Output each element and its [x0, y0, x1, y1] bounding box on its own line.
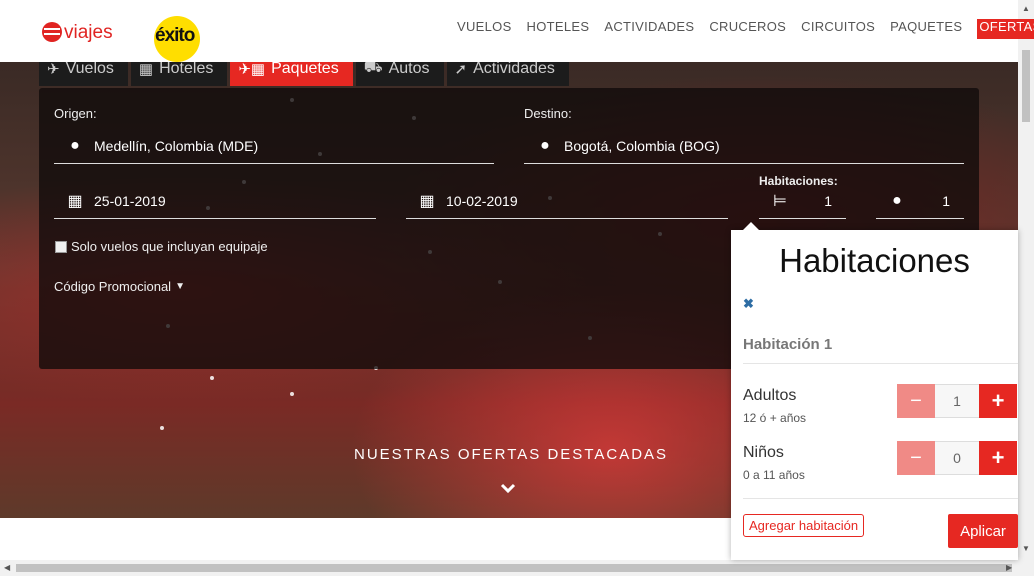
- nav-paquetes[interactable]: PAQUETES: [890, 19, 962, 39]
- sparkle: [210, 376, 214, 380]
- logo-text: viajes: [64, 22, 113, 43]
- people-field[interactable]: ● 1: [876, 183, 964, 219]
- location-pin-icon: ●: [70, 136, 80, 154]
- nav-cruceros[interactable]: CRUCEROS: [709, 19, 786, 39]
- children-sub: 0 a 11 años: [743, 468, 805, 482]
- scroll-left-icon[interactable]: ◀: [4, 563, 10, 572]
- chevron-down-icon[interactable]: [500, 482, 516, 494]
- origin-label: Origen:: [54, 106, 97, 121]
- scroll-thumb[interactable]: [16, 564, 1012, 572]
- logo[interactable]: viajes éxito: [42, 10, 200, 62]
- divider: [743, 363, 1018, 364]
- package-icon: ✈▦: [238, 61, 266, 78]
- destination-field[interactable]: ● Bogotá, Colombia (BOG): [524, 128, 964, 164]
- baggage-label: Solo vuelos que incluyan equipaje: [71, 239, 268, 254]
- adults-sub: 12 ó + años: [743, 411, 807, 425]
- children-label: Niños: [743, 444, 784, 461]
- tab-label: Hoteles: [159, 60, 214, 77]
- children-plus-button[interactable]: +: [979, 441, 1017, 475]
- apply-button[interactable]: Aplicar: [948, 514, 1018, 548]
- divider: [743, 498, 1018, 499]
- logo-brand: éxito: [155, 25, 195, 46]
- children-stepper: − 0 +: [897, 441, 1018, 475]
- close-icon[interactable]: ✖: [743, 296, 754, 312]
- promo-label: Código Promocional: [54, 279, 172, 294]
- logo-mark-icon: [42, 22, 62, 42]
- destination-value: Bogotá, Colombia (BOG): [564, 137, 720, 154]
- promo-code-toggle[interactable]: Código Promocional ▼: [54, 279, 185, 294]
- hotel-icon: ▦: [138, 61, 154, 78]
- rooms-popup: Habitaciones ✖ Habitación 1 Adultos 12 ó…: [731, 222, 1018, 560]
- nav-circuitos[interactable]: CIRCUITOS: [801, 19, 875, 39]
- add-room-button[interactable]: Agregar habitación: [743, 514, 865, 537]
- sparkle: [290, 392, 294, 396]
- people-value: 1: [942, 192, 950, 209]
- adults-minus-button[interactable]: −: [897, 384, 935, 418]
- tab-label: Vuelos: [65, 60, 114, 77]
- adults-plus-button[interactable]: +: [979, 384, 1017, 418]
- calendar-icon: ▦: [419, 192, 435, 210]
- adults-label: Adultos: [743, 387, 797, 404]
- tab-label: Actividades: [473, 60, 555, 77]
- children-minus-button[interactable]: −: [897, 441, 935, 475]
- adults-stepper: − 1 +: [897, 384, 1018, 418]
- origin-value: Medellín, Colombia (MDE): [94, 137, 259, 154]
- vertical-scrollbar[interactable]: ▲ ▼: [1018, 0, 1034, 560]
- nav-ofertas[interactable]: OFERTAS: [977, 19, 1034, 39]
- scroll-thumb[interactable]: [1022, 50, 1030, 122]
- calendar-icon: ▦: [67, 192, 83, 210]
- tab-label: Autos: [388, 60, 430, 77]
- tab-label: Paquetes: [271, 60, 339, 77]
- baggage-checkbox[interactable]: Solo vuelos que incluyan equipaje: [55, 239, 268, 254]
- caret-down-icon: ▼: [175, 281, 185, 292]
- date-to-field[interactable]: ▦ 10-02-2019: [406, 183, 728, 219]
- nav-hoteles[interactable]: HOTELES: [527, 19, 590, 39]
- adults-value[interactable]: 1: [935, 384, 979, 418]
- nav-actividades[interactable]: ACTIVIDADES: [604, 19, 694, 39]
- nav-vuelos[interactable]: VUELOS: [457, 19, 512, 39]
- site-header: viajes éxito VUELOS HOTELES ACTIVIDADES …: [0, 0, 1034, 62]
- scroll-up-icon[interactable]: ▲: [1022, 4, 1030, 13]
- destination-label: Destino:: [524, 106, 572, 121]
- date-from-field[interactable]: ▦ 25-01-2019: [54, 183, 376, 219]
- bed-icon: ⊨: [773, 192, 787, 210]
- scroll-down-icon[interactable]: ▼: [1022, 544, 1030, 553]
- sparkle: [160, 426, 164, 430]
- offers-title: NUESTRAS OFERTAS DESTACADAS: [354, 446, 669, 463]
- checkbox-box[interactable]: [55, 240, 67, 253]
- horizontal-scrollbar[interactable]: ◀ ▶: [0, 560, 1034, 576]
- popup-title: Habitaciones: [779, 242, 970, 279]
- date-from-value: 25-01-2019: [94, 192, 166, 209]
- rooms-field[interactable]: ⊨ 1: [759, 183, 846, 219]
- main-nav: VUELOS HOTELES ACTIVIDADES CRUCEROS CIRC…: [457, 19, 1034, 39]
- location-pin-icon: ●: [540, 136, 550, 154]
- date-to-value: 10-02-2019: [446, 192, 518, 209]
- activity-icon: ➚: [454, 61, 468, 78]
- children-value[interactable]: 0: [935, 441, 979, 475]
- person-icon: ●: [892, 191, 902, 209]
- plane-icon: ✈: [47, 61, 60, 78]
- origin-field[interactable]: ● Medellín, Colombia (MDE): [54, 128, 494, 164]
- scroll-right-icon[interactable]: ▶: [1006, 563, 1012, 572]
- room-label: Habitación 1: [743, 336, 833, 353]
- rooms-value: 1: [824, 192, 832, 209]
